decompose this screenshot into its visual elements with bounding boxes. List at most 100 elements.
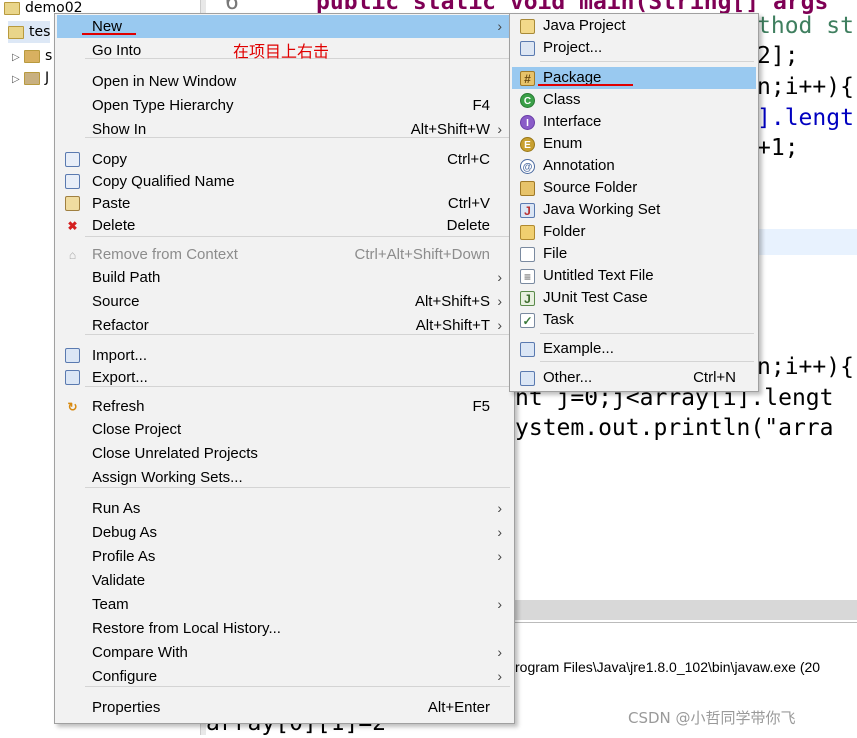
submenu-item-java-working-set[interactable]: J Java Working Set — [512, 199, 756, 221]
menu-item-label: Open in New Window — [92, 73, 237, 90]
menu-item-label: Validate — [92, 572, 146, 589]
menu-item-open-in-new-window[interactable]: Open in New Window — [57, 70, 512, 93]
submenu-item-label: Class — [543, 91, 581, 108]
menu-item-copy-qualified-name[interactable]: Copy Qualified Name — [57, 170, 512, 193]
submenu-item-label: File — [543, 245, 568, 262]
menu-item-label: Assign Working Sets... — [92, 469, 243, 486]
tree-item-jre[interactable]: ▷ J — [12, 67, 49, 89]
menu-item-label: Team — [92, 596, 129, 613]
submenu-item-label: Interface — [543, 113, 602, 130]
menu-item-label: Delete — [92, 217, 136, 234]
menu-item-label: Debug As — [92, 524, 158, 541]
submenu-item-file[interactable]: File — [512, 243, 756, 265]
expand-arrow-icon[interactable]: ▷ — [12, 69, 24, 91]
text-file-icon: ≡ — [520, 269, 535, 284]
enum-icon: E — [520, 137, 535, 152]
submenu-item-label: Other... — [543, 369, 593, 386]
menu-item-validate[interactable]: Validate — [57, 569, 512, 592]
menu-item-label: Properties — [92, 699, 161, 716]
submenu-item-interface[interactable]: I Interface — [512, 111, 756, 133]
menu-item-import[interactable]: Import... — [57, 344, 512, 367]
menu-item-restore-from-local-history[interactable]: Restore from Local History... — [57, 617, 512, 640]
tree-item-test[interactable]: tes — [8, 21, 51, 43]
console-path: rogram Files\Java\jre1.8.0_102\bin\javaw… — [515, 659, 821, 675]
code-line-7: n;i++){ — [757, 354, 854, 380]
package-icon: # — [520, 71, 535, 86]
menu-separator — [85, 686, 510, 687]
menu-item-label: Refresh — [92, 398, 145, 415]
submenu-item-label: Project... — [543, 39, 603, 56]
menu-item-label: Import... — [92, 347, 148, 364]
submenu-arrow-icon: › — [497, 500, 502, 516]
submenu-item-java-project[interactable]: Java Project — [512, 15, 756, 37]
menu-item-profile-as[interactable]: Profile As › — [57, 545, 512, 568]
code-line-4: n;i++){ — [757, 74, 854, 100]
menu-item-configure[interactable]: Configure › — [57, 665, 512, 688]
menu-item-paste[interactable]: Paste Ctrl+V — [57, 192, 512, 215]
submenu-arrow-icon: › — [497, 18, 502, 34]
submenu-item-label: Java Project — [543, 17, 626, 34]
folder-icon — [520, 225, 535, 240]
submenu-item-label: Task — [543, 311, 574, 328]
submenu-item-example[interactable]: Example... — [512, 338, 756, 360]
menu-item-run-as[interactable]: Run As › — [57, 497, 512, 520]
submenu-arrow-icon: › — [497, 269, 502, 285]
menu-item-close-unrelated-projects[interactable]: Close Unrelated Projects — [57, 442, 512, 465]
menu-item-build-path[interactable]: Build Path › — [57, 266, 512, 289]
remove-context-icon: ⌂ — [68, 248, 77, 262]
submenu-item-folder[interactable]: Folder — [512, 221, 756, 243]
menu-item-delete[interactable]: ✖ Delete Delete — [57, 214, 512, 237]
submenu-item-junit-test-case[interactable]: J JUnit Test Case — [512, 287, 756, 309]
submenu-item-annotation[interactable]: @ Annotation — [512, 155, 756, 177]
submenu-arrow-icon: › — [497, 548, 502, 564]
code-line-9: ystem.out.println("arra — [515, 415, 834, 441]
code-line-2: thod st — [757, 13, 854, 39]
menu-item-close-project[interactable]: Close Project — [57, 418, 512, 441]
working-set-icon: J — [520, 203, 535, 218]
menu-item-assign-working-sets[interactable]: Assign Working Sets... — [57, 466, 512, 489]
menu-item-label: Build Path — [92, 269, 161, 286]
menu-item-label: Copy — [92, 151, 128, 168]
menu-item-label: Source — [92, 293, 140, 310]
menu-item-team[interactable]: Team › — [57, 593, 512, 616]
submenu-item-other[interactable]: Other... Ctrl+N — [512, 367, 756, 389]
menu-item-shortcut: Ctrl+Alt+Shift+Down — [354, 246, 490, 263]
new-submenu: Java Project Project... # Package C Class I Int… — [509, 13, 759, 392]
submenu-item-project[interactable]: Project... — [512, 37, 756, 59]
menu-item-shortcut: Ctrl+V — [447, 195, 490, 212]
menu-item-label: Close Project — [92, 421, 182, 438]
example-icon — [520, 342, 535, 357]
menu-item-properties[interactable]: Properties Alt+Enter — [57, 696, 512, 719]
submenu-item-class[interactable]: C Class — [512, 89, 756, 111]
menu-item-compare-with[interactable]: Compare With › — [57, 641, 512, 664]
annotation-note: 在项目上右击 — [233, 42, 330, 61]
submenu-arrow-icon: › — [497, 644, 502, 660]
submenu-item-enum[interactable]: E Enum — [512, 133, 756, 155]
submenu-item-source-folder[interactable]: Source Folder — [512, 177, 756, 199]
submenu-item-label: Folder — [543, 223, 586, 240]
menu-item-label: Paste — [92, 195, 131, 212]
expand-arrow-icon[interactable]: ▷ — [12, 47, 24, 69]
submenu-item-label: Java Working Set — [543, 201, 661, 218]
tree-item-src[interactable]: ▷ s — [12, 45, 52, 67]
annotation-underline-new — [82, 33, 136, 35]
submenu-item-untitled-text-file[interactable]: ≡ Untitled Text File — [512, 265, 756, 287]
menu-separator — [85, 386, 510, 387]
menu-item-debug-as[interactable]: Debug As › — [57, 521, 512, 544]
task-icon: ✓ — [520, 313, 535, 328]
menu-item-open-type-hierarchy[interactable]: Open Type Hierarchy F4 — [57, 94, 512, 117]
menu-item-refresh[interactable]: ↻ Refresh F5 — [57, 395, 512, 418]
delete-icon: ✖ — [67, 219, 78, 233]
other-icon — [520, 371, 535, 386]
submenu-arrow-icon: › — [497, 293, 502, 309]
menu-item-label: Compare With — [92, 644, 188, 661]
menu-item-source[interactable]: Source Alt+Shift+S › — [57, 290, 512, 313]
menu-item-label: Close Unrelated Projects — [92, 445, 258, 462]
submenu-item-task[interactable]: ✓ Task — [512, 309, 756, 331]
menu-separator — [85, 334, 510, 335]
java-project-icon — [520, 19, 535, 34]
menu-item-copy[interactable]: Copy Ctrl+C — [57, 148, 512, 171]
submenu-arrow-icon: › — [497, 668, 502, 684]
submenu-arrow-icon: › — [497, 596, 502, 612]
menu-separator — [540, 361, 754, 362]
